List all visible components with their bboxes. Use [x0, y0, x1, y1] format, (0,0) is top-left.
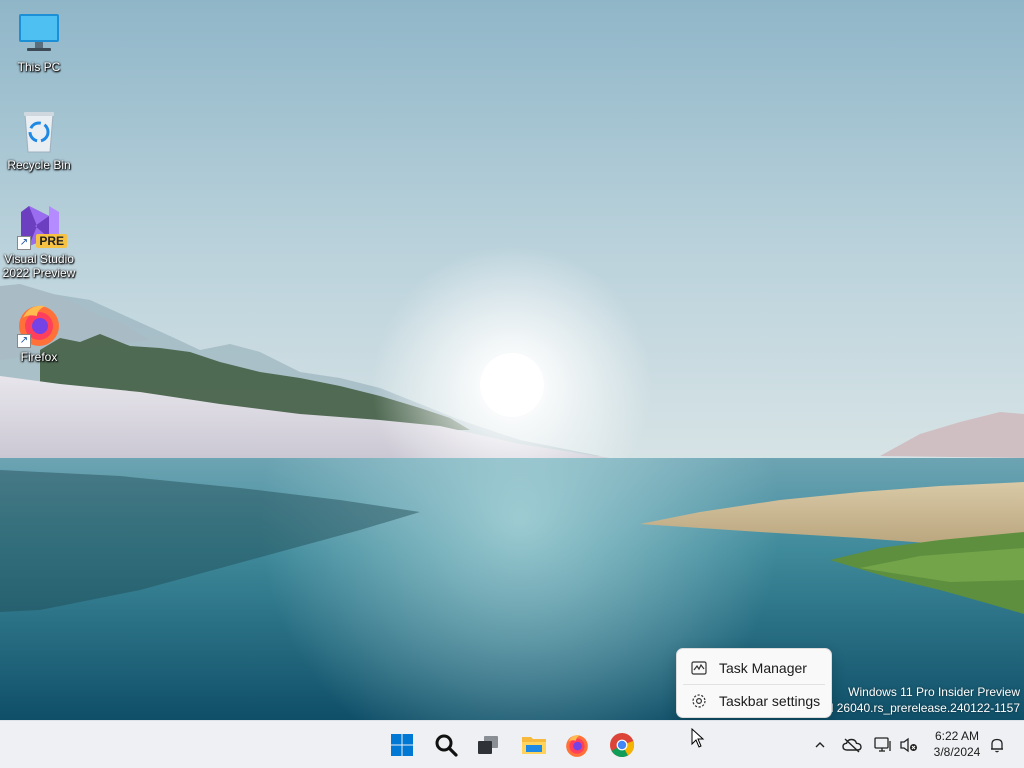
preview-badge: PRE [36, 234, 67, 248]
volume-button[interactable] [898, 725, 920, 765]
mouse-cursor-icon [691, 728, 705, 748]
watermark-edition: Windows 11 Pro Insider Preview [848, 685, 1020, 699]
system-clock[interactable]: 6:22 AM 3/8/2024 [926, 728, 988, 760]
desktop-icon-label: Recycle Bin [7, 158, 71, 172]
network-button[interactable] [872, 725, 894, 765]
desktop-icon-label: Firefox [20, 350, 58, 364]
show-hidden-icons-button[interactable] [810, 725, 830, 765]
menu-item-label: Task Manager [719, 660, 807, 676]
task-view-icon [478, 736, 498, 754]
gear-icon [691, 693, 707, 709]
build-watermark: Windows 11 Pro Insider Preview ild 26040… [821, 684, 1020, 716]
chrome-icon [610, 733, 635, 758]
menu-item-task-manager[interactable]: Task Manager [681, 652, 827, 684]
windows-start-icon [391, 734, 413, 756]
desktop-icon-this-pc[interactable]: This PC [1, 10, 77, 74]
desktop-icon-firefox[interactable]: ↗ Firefox [1, 300, 77, 364]
notification-bell-icon [991, 738, 1003, 753]
taskbar: 6:22 AM 3/8/2024 [0, 720, 1024, 768]
taskbar-context-menu: Task Manager Taskbar settings [676, 648, 832, 718]
volume-muted-icon [900, 737, 917, 753]
clock-date: 3/8/2024 [933, 745, 981, 759]
onedrive-offline-icon [842, 738, 862, 753]
shortcut-arrow-icon: ↗ [17, 334, 31, 348]
chevron-up-icon [815, 742, 825, 748]
network-icon [874, 737, 891, 752]
task-view-button[interactable] [468, 725, 508, 765]
task-manager-icon [691, 660, 707, 676]
start-button[interactable] [382, 725, 422, 765]
desktop-icon-recycle-bin[interactable]: Recycle Bin [1, 108, 77, 172]
desktop-icon-label: Visual Studio 2022 Preview [2, 252, 76, 280]
monitor-icon [15, 10, 63, 58]
firefox-taskbar-button[interactable] [557, 725, 597, 765]
search-icon [435, 734, 458, 757]
watermark-build: ild 26040.rs_prerelease.240122-1157 [821, 701, 1020, 715]
menu-item-taskbar-settings[interactable]: Taskbar settings [681, 685, 827, 717]
clock-time: 6:22 AM [934, 729, 980, 743]
shortcut-arrow-icon: ↗ [17, 236, 31, 250]
onedrive-button[interactable] [840, 725, 864, 765]
file-explorer-button[interactable] [514, 725, 554, 765]
menu-item-label: Taskbar settings [719, 693, 821, 709]
file-explorer-icon [522, 737, 546, 754]
desktop-icon-label: This PC [17, 60, 61, 74]
firefox-icon: ↗ [15, 300, 63, 348]
search-button[interactable] [426, 725, 466, 765]
recycle-bin-icon [15, 108, 63, 156]
firefox-icon [566, 735, 588, 757]
visual-studio-icon: PRE ↗ [15, 202, 67, 250]
chrome-taskbar-button[interactable] [602, 725, 642, 765]
desktop-icon-visual-studio[interactable]: PRE ↗ Visual Studio 2022 Preview [1, 202, 77, 280]
notifications-button[interactable] [986, 725, 1008, 765]
desktop-wallpaper [0, 0, 1024, 720]
